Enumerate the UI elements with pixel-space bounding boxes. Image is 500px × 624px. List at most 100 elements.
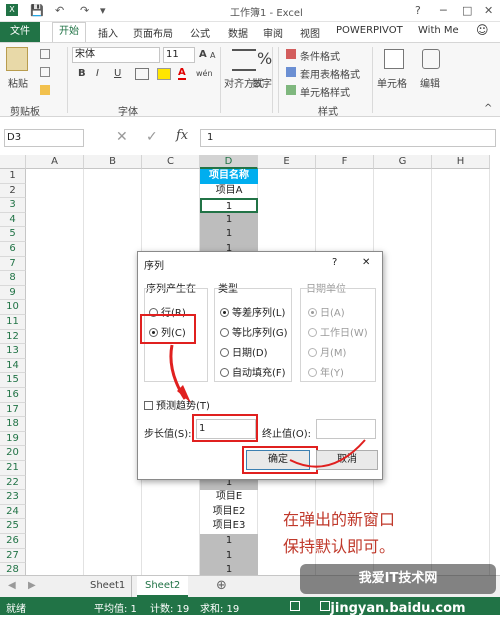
prev-sheet-icon[interactable]: ◀ bbox=[8, 580, 16, 591]
editing-label[interactable]: 编辑 bbox=[420, 75, 440, 90]
row-header-27[interactable]: 27 bbox=[0, 548, 26, 564]
cell-styles-icon[interactable] bbox=[286, 85, 296, 95]
maximize-button[interactable]: □ bbox=[462, 4, 472, 17]
cell-D28[interactable]: 1 bbox=[200, 563, 258, 575]
formula-input[interactable]: 1 bbox=[200, 129, 496, 147]
font-size-select[interactable]: 11 bbox=[163, 47, 195, 63]
row-header-20[interactable]: 20 bbox=[0, 446, 26, 461]
row-header-9[interactable]: 9 bbox=[0, 285, 26, 301]
column-header-H[interactable]: H bbox=[432, 155, 490, 169]
cell-D27[interactable]: 1 bbox=[200, 548, 258, 564]
fill-color-icon[interactable] bbox=[157, 68, 171, 80]
enter-icon[interactable]: ✓ bbox=[146, 129, 158, 145]
italic-button[interactable]: I bbox=[96, 68, 99, 79]
conditional-format-icon[interactable] bbox=[286, 49, 296, 59]
row-header-25[interactable]: 25 bbox=[0, 519, 26, 534]
row-header-5[interactable]: 5 bbox=[0, 227, 26, 242]
column-header-A[interactable]: A bbox=[26, 155, 84, 169]
tab-insert[interactable]: 插入 bbox=[98, 25, 118, 40]
row-header-8[interactable]: 8 bbox=[0, 271, 26, 286]
column-header-E[interactable]: E bbox=[258, 155, 316, 169]
conditional-format-button[interactable]: 条件格式 bbox=[300, 48, 340, 63]
undo-icon[interactable]: ↶ bbox=[55, 4, 64, 17]
tab-file[interactable]: 文件 bbox=[0, 22, 40, 42]
cells-label[interactable]: 单元格 bbox=[377, 75, 407, 90]
font-color-button[interactable]: A bbox=[178, 67, 186, 80]
percent-icon[interactable]: % bbox=[257, 49, 272, 68]
tab-powerpivot[interactable]: POWERPIVOT bbox=[336, 25, 403, 36]
copy-icon[interactable] bbox=[40, 67, 50, 77]
cell-D4[interactable]: 1 bbox=[200, 212, 258, 228]
column-header-B[interactable]: B bbox=[84, 155, 142, 169]
tab-home[interactable]: 开始 bbox=[52, 22, 86, 42]
table-format-button[interactable]: 套用表格格式 bbox=[300, 66, 360, 81]
row-header-15[interactable]: 15 bbox=[0, 373, 26, 388]
row-header-24[interactable]: 24 bbox=[0, 504, 26, 520]
save-icon[interactable]: 💾 bbox=[30, 4, 44, 17]
select-all-corner[interactable] bbox=[0, 155, 26, 169]
sheet-tab-1[interactable]: Sheet1 bbox=[84, 576, 133, 597]
tab-page-layout[interactable]: 页面布局 bbox=[133, 25, 173, 40]
row-header-22[interactable]: 22 bbox=[0, 475, 26, 491]
help-button[interactable]: ? bbox=[415, 4, 421, 17]
name-box[interactable]: D3 bbox=[4, 129, 84, 147]
paste-label[interactable]: 粘贴 bbox=[8, 75, 28, 90]
redo-icon[interactable]: ↷ bbox=[80, 4, 89, 17]
column-header-F[interactable]: F bbox=[316, 155, 374, 169]
cut-icon[interactable] bbox=[40, 49, 50, 59]
close-button[interactable]: ✕ bbox=[484, 4, 493, 17]
cell-D1[interactable]: 项目名称 bbox=[200, 169, 258, 184]
font-name-select[interactable]: 宋体 bbox=[72, 47, 160, 63]
cells-icon[interactable] bbox=[384, 49, 404, 69]
grow-font-button[interactable]: A bbox=[199, 49, 207, 60]
sheet-tab-2[interactable]: Sheet2 bbox=[137, 576, 189, 597]
customize-qa-icon[interactable]: ▾ bbox=[100, 4, 106, 17]
phonetic-button[interactable]: wén bbox=[196, 69, 213, 78]
tab-data[interactable]: 数据 bbox=[228, 25, 248, 40]
row-header-1[interactable]: 1 bbox=[0, 169, 26, 184]
row-header-10[interactable]: 10 bbox=[0, 300, 26, 315]
bold-button[interactable]: B bbox=[78, 68, 86, 79]
column-header-D[interactable]: D bbox=[200, 155, 258, 169]
row-header-18[interactable]: 18 bbox=[0, 417, 26, 432]
row-header-21[interactable]: 21 bbox=[0, 461, 26, 476]
page-layout-view-icon[interactable] bbox=[320, 601, 330, 611]
row-header-19[interactable]: 19 bbox=[0, 431, 26, 447]
row-header-11[interactable]: 11 bbox=[0, 315, 26, 330]
shrink-font-button[interactable]: A bbox=[210, 51, 215, 60]
row-header-12[interactable]: 12 bbox=[0, 329, 26, 345]
alignment-icon[interactable] bbox=[232, 49, 256, 71]
number-label[interactable]: 数字 bbox=[252, 75, 272, 90]
cell-D2[interactable]: 项目A bbox=[200, 184, 258, 199]
row-header-17[interactable]: 17 bbox=[0, 402, 26, 418]
cell-styles-button[interactable]: 单元格样式 bbox=[300, 84, 350, 99]
row-header-14[interactable]: 14 bbox=[0, 358, 26, 374]
paste-icon[interactable] bbox=[6, 47, 28, 71]
tab-view[interactable]: 视图 bbox=[300, 25, 320, 40]
cell-D26[interactable]: 1 bbox=[200, 534, 258, 549]
editing-icon[interactable] bbox=[422, 49, 440, 69]
row-header-16[interactable]: 16 bbox=[0, 388, 26, 403]
minimize-button[interactable]: ─ bbox=[440, 4, 447, 17]
cancel-icon[interactable]: ✕ bbox=[116, 129, 128, 145]
column-header-G[interactable]: G bbox=[374, 155, 432, 169]
cell-D25[interactable]: 项目E3 bbox=[200, 519, 258, 534]
underline-button[interactable]: U bbox=[114, 68, 121, 79]
row-header-26[interactable]: 26 bbox=[0, 534, 26, 549]
add-sheet-button[interactable]: ⊕ bbox=[216, 578, 227, 593]
tab-with-me[interactable]: With Me bbox=[418, 25, 459, 36]
tab-formulas[interactable]: 公式 bbox=[190, 25, 210, 40]
row-header-2[interactable]: 2 bbox=[0, 183, 26, 199]
cell-D23[interactable]: 项目E bbox=[200, 490, 258, 505]
cell-D5[interactable]: 1 bbox=[200, 227, 258, 242]
row-header-7[interactable]: 7 bbox=[0, 256, 26, 272]
next-sheet-icon[interactable]: ▶ bbox=[28, 580, 36, 591]
tab-review[interactable]: 审阅 bbox=[263, 25, 283, 40]
table-format-icon[interactable] bbox=[286, 67, 296, 77]
collapse-ribbon-icon[interactable]: ^ bbox=[484, 103, 492, 114]
row-header-28[interactable]: 28 bbox=[0, 563, 26, 575]
border-icon[interactable] bbox=[135, 68, 149, 80]
row-header-4[interactable]: 4 bbox=[0, 212, 26, 228]
format-painter-icon[interactable] bbox=[40, 85, 50, 95]
row-header-6[interactable]: 6 bbox=[0, 242, 26, 257]
